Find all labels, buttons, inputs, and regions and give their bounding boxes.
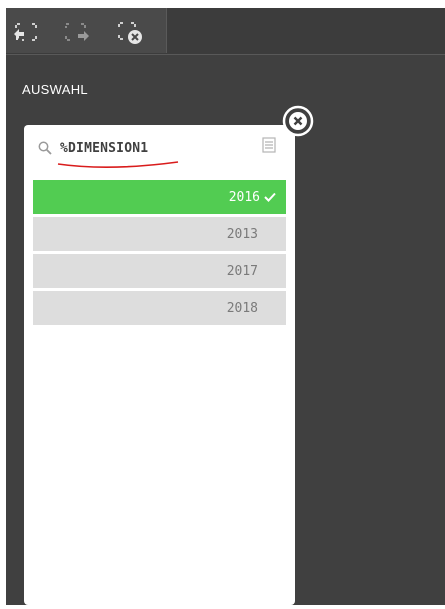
list-item[interactable]: 2016 bbox=[33, 180, 286, 214]
listbox-search[interactable]: %DIMENSION1 bbox=[24, 125, 295, 175]
toolbar-divider bbox=[6, 54, 445, 55]
selections-section-title: AUSWAHL bbox=[22, 82, 88, 97]
list-item[interactable]: 2018 bbox=[33, 291, 286, 325]
close-button[interactable] bbox=[282, 105, 314, 137]
clear-selections-button[interactable] bbox=[114, 18, 148, 46]
selection-tools-group bbox=[6, 8, 167, 53]
step-forward-icon bbox=[65, 23, 89, 41]
step-back-icon bbox=[14, 23, 37, 41]
list-item-label: 2016 bbox=[228, 190, 260, 205]
list-item[interactable]: 2017 bbox=[33, 254, 286, 288]
list-item[interactable]: 2013 bbox=[33, 217, 286, 251]
step-back-button[interactable] bbox=[10, 18, 44, 46]
app-window: AUSWAHL %DIMENSION1 2016 2013 2017 2018 bbox=[6, 8, 445, 605]
listbox-values: 2016 2013 2017 2018 bbox=[33, 180, 286, 328]
list-menu-icon[interactable] bbox=[262, 137, 276, 153]
listbox-popup: %DIMENSION1 2016 2013 2017 2018 bbox=[24, 125, 295, 605]
checkmark-icon bbox=[264, 192, 276, 202]
search-input[interactable]: %DIMENSION1 bbox=[60, 141, 148, 156]
selections-toolbar bbox=[6, 8, 445, 55]
search-icon bbox=[38, 141, 52, 155]
annotation-underline bbox=[57, 161, 179, 168]
list-item-label: 2017 bbox=[226, 264, 258, 279]
step-forward-button[interactable] bbox=[61, 18, 95, 46]
list-item-label: 2018 bbox=[226, 301, 258, 316]
list-item-label: 2013 bbox=[226, 227, 258, 242]
clear-selections-icon bbox=[118, 22, 142, 44]
